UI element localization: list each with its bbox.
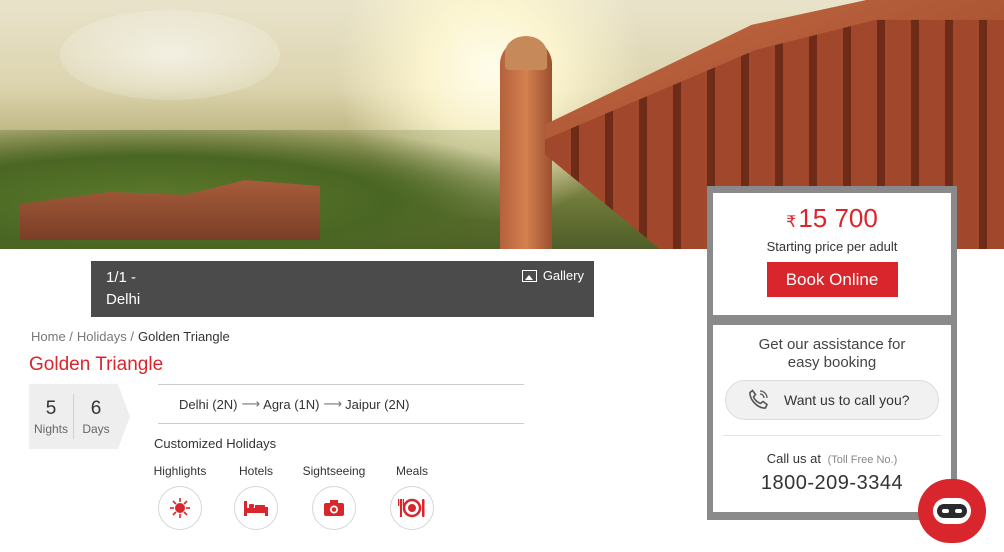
breadcrumb-home[interactable]: Home / xyxy=(31,329,73,344)
call-us-label: Call us at xyxy=(766,451,821,466)
gallery-caption-bar: 1/1 - Delhi Gallery xyxy=(91,261,594,317)
itinerary-route: Delhi (2N) ⟶ Agra (1N) ⟶ Jaipur (2N) xyxy=(158,384,524,424)
feature-label: Meals xyxy=(395,464,428,478)
feature-label: Sightseeing xyxy=(302,464,366,478)
request-callback-button[interactable]: Want us to call you? xyxy=(725,380,939,420)
price: ₹ 15 700 xyxy=(713,203,951,234)
nights-cell: 5 Nights xyxy=(29,398,73,436)
meals-icon xyxy=(390,486,434,530)
hero-dome xyxy=(505,36,547,70)
feature-label: Highlights xyxy=(153,464,207,478)
gallery-button-label: Gallery xyxy=(542,268,584,283)
package-category: Customized Holidays xyxy=(154,436,277,451)
bed-icon xyxy=(234,486,278,530)
feature-label: Hotels xyxy=(238,464,273,478)
breadcrumb-current: Golden Triangle xyxy=(137,329,230,344)
arrow-right-icon: ⟶ xyxy=(323,396,343,411)
phone-icon xyxy=(749,389,768,409)
assistance-line: Get our assistance for xyxy=(758,336,906,353)
assistance-text: Get our assistance for easy booking xyxy=(713,336,951,372)
days-count: 6 xyxy=(90,398,102,419)
call-us-line: Call us at (Toll Free No.) xyxy=(713,451,951,466)
feature-hotels[interactable]: Hotels xyxy=(221,464,291,530)
hero-tower xyxy=(500,40,552,249)
route-stop: Delhi (2N) xyxy=(179,396,238,412)
book-online-button[interactable]: Book Online xyxy=(766,262,898,297)
robot-eye xyxy=(942,509,949,513)
feature-sightseeing[interactable]: Sightseeing xyxy=(299,464,369,530)
duration-badge: 5 Nights 6 Days xyxy=(29,384,130,449)
booking-panel: ₹ 15 700 Starting price per adult Book O… xyxy=(707,186,957,520)
chatbot-button[interactable] xyxy=(918,479,986,543)
route-stop: Jaipur (2N) xyxy=(345,396,410,412)
highlights-icon xyxy=(158,486,202,530)
days-label: Days xyxy=(82,422,110,436)
arrow-right-icon: ⟶ xyxy=(241,396,261,411)
breadcrumb-holidays[interactable]: Holidays / xyxy=(77,329,134,344)
rupee-icon: ₹ xyxy=(786,214,797,231)
breadcrumb: Home / Holidays / Golden Triangle xyxy=(31,329,230,344)
price-amount: 15 700 xyxy=(798,203,878,233)
callback-label: Want us to call you? xyxy=(784,392,910,408)
gallery-counter: 1/1 - xyxy=(106,269,137,286)
assistance-box: Get our assistance for easy booking Want… xyxy=(713,325,951,512)
phone-number[interactable]: 1800-209-3344 xyxy=(713,472,951,495)
page-title: Golden Triangle xyxy=(29,354,164,375)
gallery-button[interactable]: Gallery xyxy=(521,268,584,283)
days-cell: 6 Days xyxy=(74,398,118,436)
toll-free-label: (Toll Free No.) xyxy=(827,454,898,466)
hero-cloud xyxy=(60,10,280,100)
image-icon xyxy=(521,269,537,282)
price-caption: Starting price per adult xyxy=(766,239,898,254)
camera-icon xyxy=(312,486,356,530)
route-stop: Agra (1N) xyxy=(263,396,320,412)
divider xyxy=(723,435,941,436)
assistance-line: easy booking xyxy=(787,354,877,371)
robot-eye xyxy=(955,509,962,513)
price-box: ₹ 15 700 Starting price per adult Book O… xyxy=(713,193,951,315)
robot-visor xyxy=(937,504,967,518)
robot-icon xyxy=(933,498,971,524)
feature-highlights[interactable]: Highlights xyxy=(145,464,215,530)
nights-count: 5 xyxy=(45,398,57,419)
nights-label: Nights xyxy=(33,422,68,436)
gallery-city: Delhi xyxy=(106,291,141,308)
feature-meals[interactable]: Meals xyxy=(377,464,447,530)
